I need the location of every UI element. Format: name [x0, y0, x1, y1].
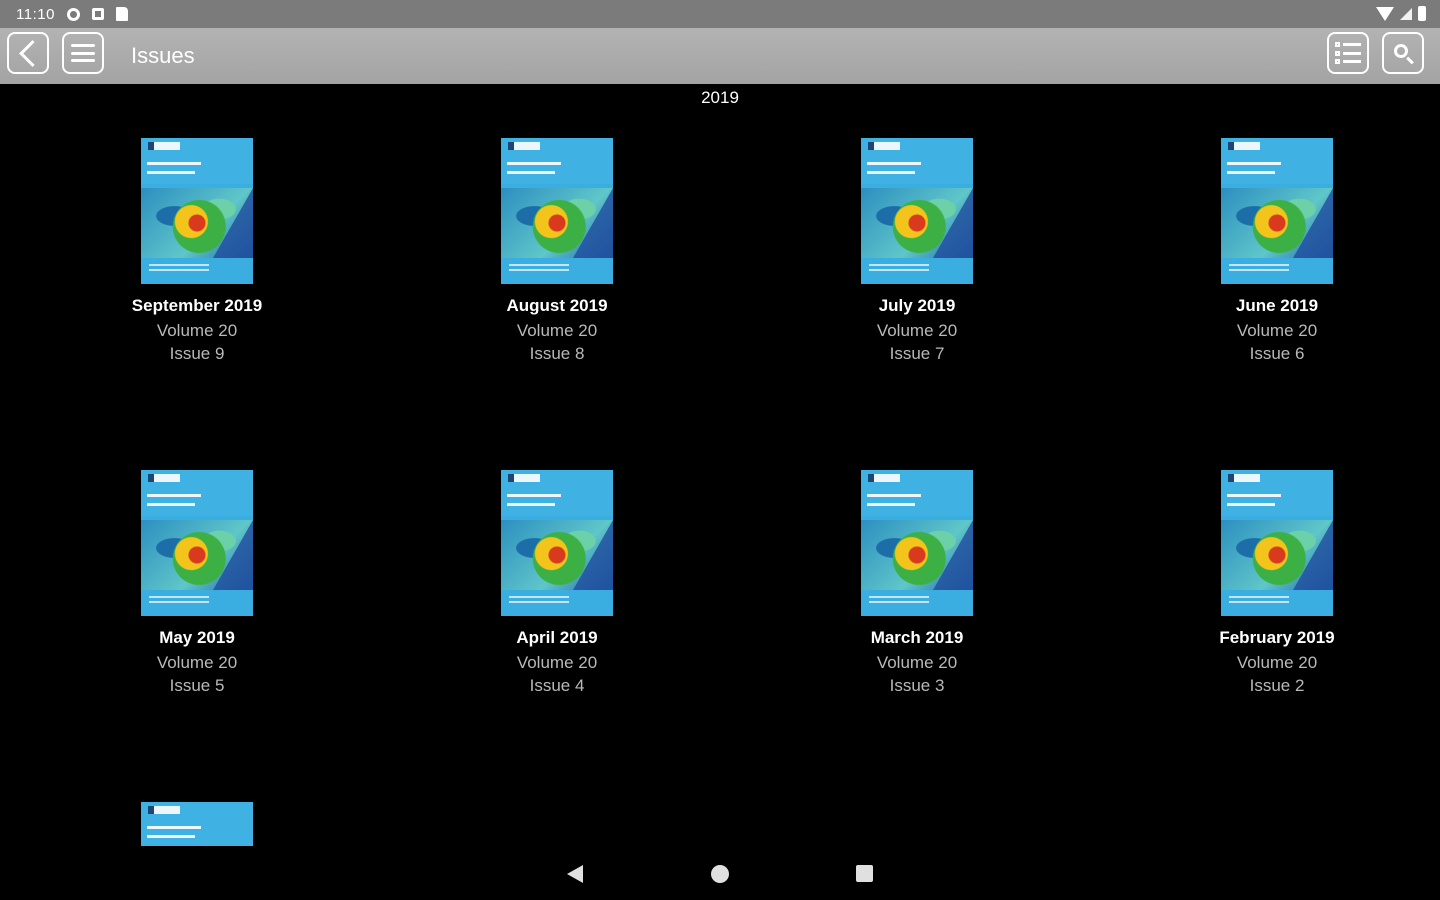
- cover-image[interactable]: [501, 138, 613, 284]
- cover-image[interactable]: [501, 470, 613, 616]
- issue-volume: Volume 20: [516, 653, 598, 672]
- issue-month: February 2019: [1219, 628, 1335, 647]
- year-header: 2019: [701, 88, 739, 107]
- sd-card-icon: [115, 7, 128, 21]
- issue-volume: Volume 20: [1236, 321, 1318, 340]
- nav-back-icon[interactable]: [567, 865, 583, 883]
- issue-month: March 2019: [870, 628, 964, 647]
- issue-card[interactable]: September 2019 Volume 20 Issue 9: [77, 138, 317, 364]
- issue-month: May 2019: [159, 628, 235, 647]
- square-icon: [91, 8, 104, 20]
- issue-card[interactable]: May 2019 Volume 20 Issue 5: [77, 470, 317, 696]
- cover-image[interactable]: [141, 138, 253, 284]
- issue-number: Issue 9: [169, 344, 225, 363]
- issue-card[interactable]: July 2019 Volume 20 Issue 7: [797, 138, 1037, 364]
- gear-icon: [66, 7, 80, 21]
- issue-month: August 2019: [506, 296, 608, 315]
- issue-month: September 2019: [131, 296, 263, 315]
- issue-volume: Volume 20: [156, 653, 238, 672]
- issue-volume: Volume 20: [516, 321, 598, 340]
- status-bar: 11:10: [0, 0, 1440, 28]
- navigation-bar: [0, 848, 1440, 900]
- page-title: Issues: [131, 43, 195, 68]
- cover-image[interactable]: [141, 802, 253, 846]
- issue-number: Issue 4: [529, 676, 585, 695]
- issue-card[interactable]: March 2019 Volume 20 Issue 3: [797, 470, 1037, 696]
- search-button[interactable]: [1382, 32, 1424, 74]
- cover-image[interactable]: [861, 138, 973, 284]
- issue-card[interactable]: April 2019 Volume 20 Issue 4: [437, 470, 677, 696]
- back-button[interactable]: [7, 32, 49, 74]
- issue-card[interactable]: August 2019 Volume 20 Issue 8: [437, 138, 677, 364]
- issue-volume: Volume 20: [1236, 653, 1318, 672]
- status-time: 11:10: [16, 5, 55, 23]
- menu-icon: [71, 44, 95, 62]
- toolbar: Issues: [0, 28, 1440, 84]
- list-view-button[interactable]: [1327, 32, 1369, 74]
- nav-home-icon[interactable]: [711, 865, 729, 883]
- status-right-icons: [1376, 6, 1426, 21]
- list-icon: [1335, 42, 1361, 64]
- issue-number: Issue 6: [1249, 344, 1305, 363]
- issue-number: Issue 2: [1249, 676, 1305, 695]
- nav-recents-icon[interactable]: [856, 865, 873, 882]
- signal-icon: [1400, 7, 1412, 20]
- search-icon: [1394, 44, 1408, 58]
- issue-volume: Volume 20: [876, 321, 958, 340]
- issue-volume: Volume 20: [156, 321, 238, 340]
- issue-number: Issue 7: [889, 344, 945, 363]
- issue-number: Issue 3: [889, 676, 945, 695]
- wifi-icon: [1376, 6, 1394, 21]
- back-icon: [18, 39, 46, 67]
- cover-image[interactable]: [1221, 470, 1333, 616]
- cover-image[interactable]: [861, 470, 973, 616]
- battery-icon: [1418, 6, 1426, 21]
- issue-card[interactable]: February 2019 Volume 20 Issue 2: [1157, 470, 1397, 696]
- cover-image[interactable]: [141, 470, 253, 616]
- issue-month: June 2019: [1235, 296, 1319, 315]
- issue-volume: Volume 20: [876, 653, 958, 672]
- issue-card[interactable]: June 2019 Volume 20 Issue 6: [1157, 138, 1397, 364]
- menu-button[interactable]: [62, 32, 104, 74]
- issue-number: Issue 8: [529, 344, 585, 363]
- issue-card[interactable]: [77, 802, 317, 846]
- issue-number: Issue 5: [169, 676, 225, 695]
- cover-image[interactable]: [1221, 138, 1333, 284]
- issue-month: April 2019: [516, 628, 598, 647]
- issue-month: July 2019: [878, 296, 956, 315]
